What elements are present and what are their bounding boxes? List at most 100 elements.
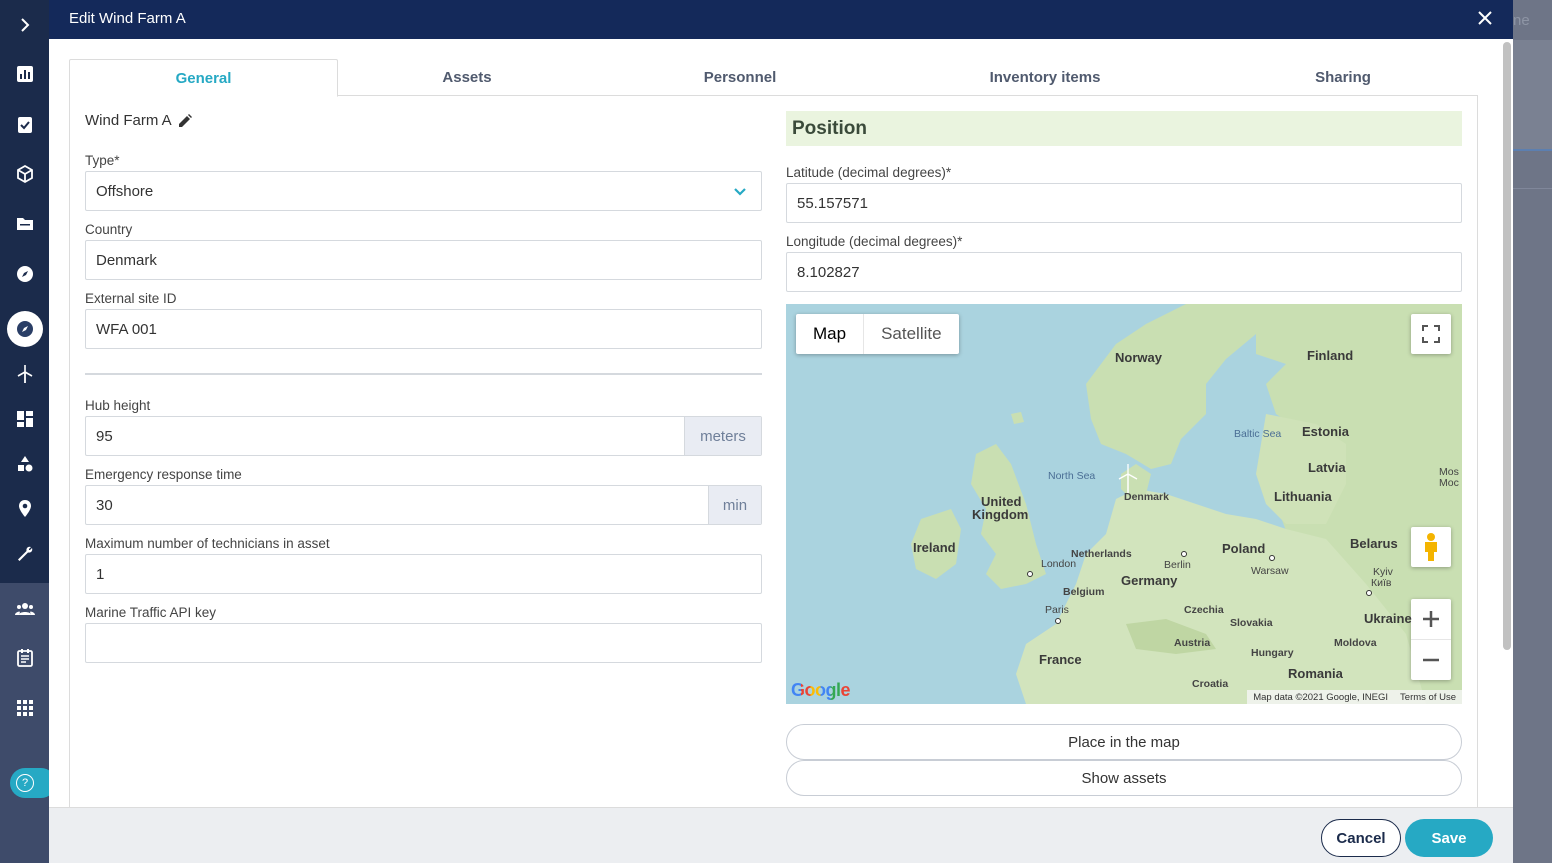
nav-item-locations[interactable] — [0, 484, 49, 534]
map-label-ireland: Ireland — [913, 540, 956, 555]
nav-item-documents[interactable] — [0, 199, 49, 249]
background-title-fragment: ne — [1513, 12, 1530, 29]
expand-nav-button[interactable] — [0, 0, 49, 50]
london-dot — [1027, 571, 1033, 577]
longitude-value: 8.102827 — [797, 263, 860, 281]
street-view-pegman[interactable] — [1411, 527, 1451, 567]
external-site-id-field[interactable]: WFA 001 — [85, 309, 762, 349]
nav-item-sites-active[interactable] — [0, 304, 49, 354]
nav-item-apps[interactable] — [0, 683, 49, 733]
terms-of-use-link[interactable]: Terms of Use — [1400, 692, 1456, 703]
farm-name: Wind Farm A — [85, 112, 172, 129]
paris-dot — [1055, 618, 1061, 624]
wrench-icon — [17, 546, 32, 561]
hub-height-label: Hub height — [85, 398, 151, 413]
tab-inventory-items[interactable]: Inventory items — [942, 59, 1148, 96]
marine-traffic-label: Marine Traffic API key — [85, 605, 217, 620]
map-type-control: Map Satellite — [796, 314, 959, 354]
close-button[interactable] — [1475, 8, 1495, 28]
emergency-response-field[interactable]: 30 min — [85, 485, 762, 525]
map-label-austria: Austria — [1174, 637, 1211, 649]
position-header: Position — [786, 111, 1462, 146]
type-label: Type* — [85, 153, 120, 168]
compass-active-icon — [16, 321, 33, 337]
background-divider — [1513, 188, 1552, 189]
latitude-field[interactable]: 55.157571 — [786, 183, 1462, 223]
background-band — [1513, 40, 1552, 151]
map-label-germany: Germany — [1121, 573, 1178, 588]
help-icon: ? — [16, 774, 34, 792]
kyiv-dot — [1366, 590, 1372, 596]
show-assets-button[interactable]: Show assets — [786, 760, 1462, 796]
map-label-croatia: Croatia — [1192, 678, 1229, 690]
nav-item-dashboard[interactable] — [0, 394, 49, 444]
emergency-response-label: Emergency response time — [85, 467, 242, 482]
longitude-label: Longitude (decimal degrees)* — [786, 234, 963, 249]
map-label-lithuania: Lithuania — [1274, 489, 1332, 504]
place-in-map-button[interactable]: Place in the map — [786, 724, 1462, 760]
edit-wind-farm-modal: Edit Wind Farm A General Assets Personne… — [49, 0, 1513, 863]
tab-general[interactable]: General — [69, 59, 338, 97]
map-label-norway: Norway — [1115, 350, 1162, 365]
cancel-button[interactable]: Cancel — [1321, 819, 1401, 857]
nav-item-reports[interactable] — [0, 633, 49, 683]
map-label-latvia: Latvia — [1308, 460, 1346, 475]
tab-personnel[interactable]: Personnel — [637, 59, 843, 96]
map-label-poland: Poland — [1222, 541, 1266, 556]
latitude-label: Latitude (decimal degrees)* — [786, 165, 952, 180]
country-field[interactable]: Denmark — [85, 240, 762, 280]
modal-scrollbar[interactable] — [1503, 42, 1511, 650]
max-technicians-field[interactable]: 1 — [85, 554, 762, 594]
map-label-slovakia: Slovakia — [1230, 617, 1273, 629]
side-navigation — [0, 0, 49, 863]
apps-grid-icon — [16, 700, 33, 716]
pegman-icon — [1425, 533, 1437, 561]
map-label-france: France — [1039, 652, 1082, 667]
background-app: ne — [1513, 0, 1552, 863]
fullscreen-button[interactable] — [1411, 314, 1451, 354]
map-label-netherlands: Netherlands — [1071, 548, 1132, 560]
nav-item-statistics[interactable] — [0, 49, 49, 99]
nav-item-explore[interactable] — [0, 249, 49, 299]
latitude-value: 55.157571 — [797, 194, 868, 212]
emergency-response-value: 30 — [96, 496, 113, 514]
nav-item-turbines[interactable] — [0, 349, 49, 399]
shapes-icon — [17, 456, 32, 472]
save-button[interactable]: Save — [1405, 819, 1493, 857]
map-type-map-button[interactable]: Map — [796, 314, 863, 354]
map-type-satellite-button[interactable]: Satellite — [863, 314, 958, 354]
section-divider — [85, 373, 762, 375]
marine-traffic-field[interactable] — [85, 623, 762, 663]
map-label-belarus: Belarus — [1350, 536, 1398, 551]
report-icon — [16, 649, 33, 667]
longitude-field[interactable]: 8.102827 — [786, 252, 1462, 292]
active-indicator — [6, 311, 43, 347]
map-label-moscow-cyrillic: Moc — [1439, 477, 1459, 489]
pencil-icon[interactable] — [178, 113, 192, 128]
zoom-out-button[interactable] — [1411, 640, 1451, 680]
bar-chart-icon — [16, 66, 33, 82]
map-label-north-sea: North Sea — [1048, 470, 1096, 482]
map-label-baltic-sea: Baltic Sea — [1234, 428, 1282, 440]
map-data-credit: Map data ©2021 Google, INEGI — [1253, 691, 1389, 703]
external-site-id-value: WFA 001 — [96, 320, 157, 338]
hub-height-value: 95 — [96, 427, 113, 445]
map-label-berlin: Berlin — [1164, 559, 1191, 571]
nav-item-inventory[interactable] — [0, 149, 49, 199]
nav-item-categories[interactable] — [0, 439, 49, 489]
hub-height-unit: meters — [684, 417, 761, 455]
hub-height-field[interactable]: 95 meters — [85, 416, 762, 456]
zoom-in-button[interactable] — [1411, 600, 1451, 640]
close-icon — [1478, 11, 1492, 25]
type-select[interactable]: Offshore — [85, 171, 762, 211]
tab-assets[interactable]: Assets — [364, 59, 570, 96]
wind-farm-marker-icon[interactable] — [1116, 464, 1140, 494]
max-technicians-label: Maximum number of technicians in asset — [85, 536, 330, 551]
modal-title: Edit Wind Farm A — [69, 10, 186, 27]
nav-item-maintenance[interactable] — [0, 529, 49, 579]
map-view[interactable]: Map Satellite Norway Finland Estonia Lat… — [786, 304, 1462, 704]
nav-item-tasks[interactable] — [0, 99, 49, 149]
tab-sharing[interactable]: Sharing — [1240, 59, 1446, 96]
plus-icon — [1423, 611, 1439, 627]
nav-item-people[interactable] — [0, 584, 49, 634]
